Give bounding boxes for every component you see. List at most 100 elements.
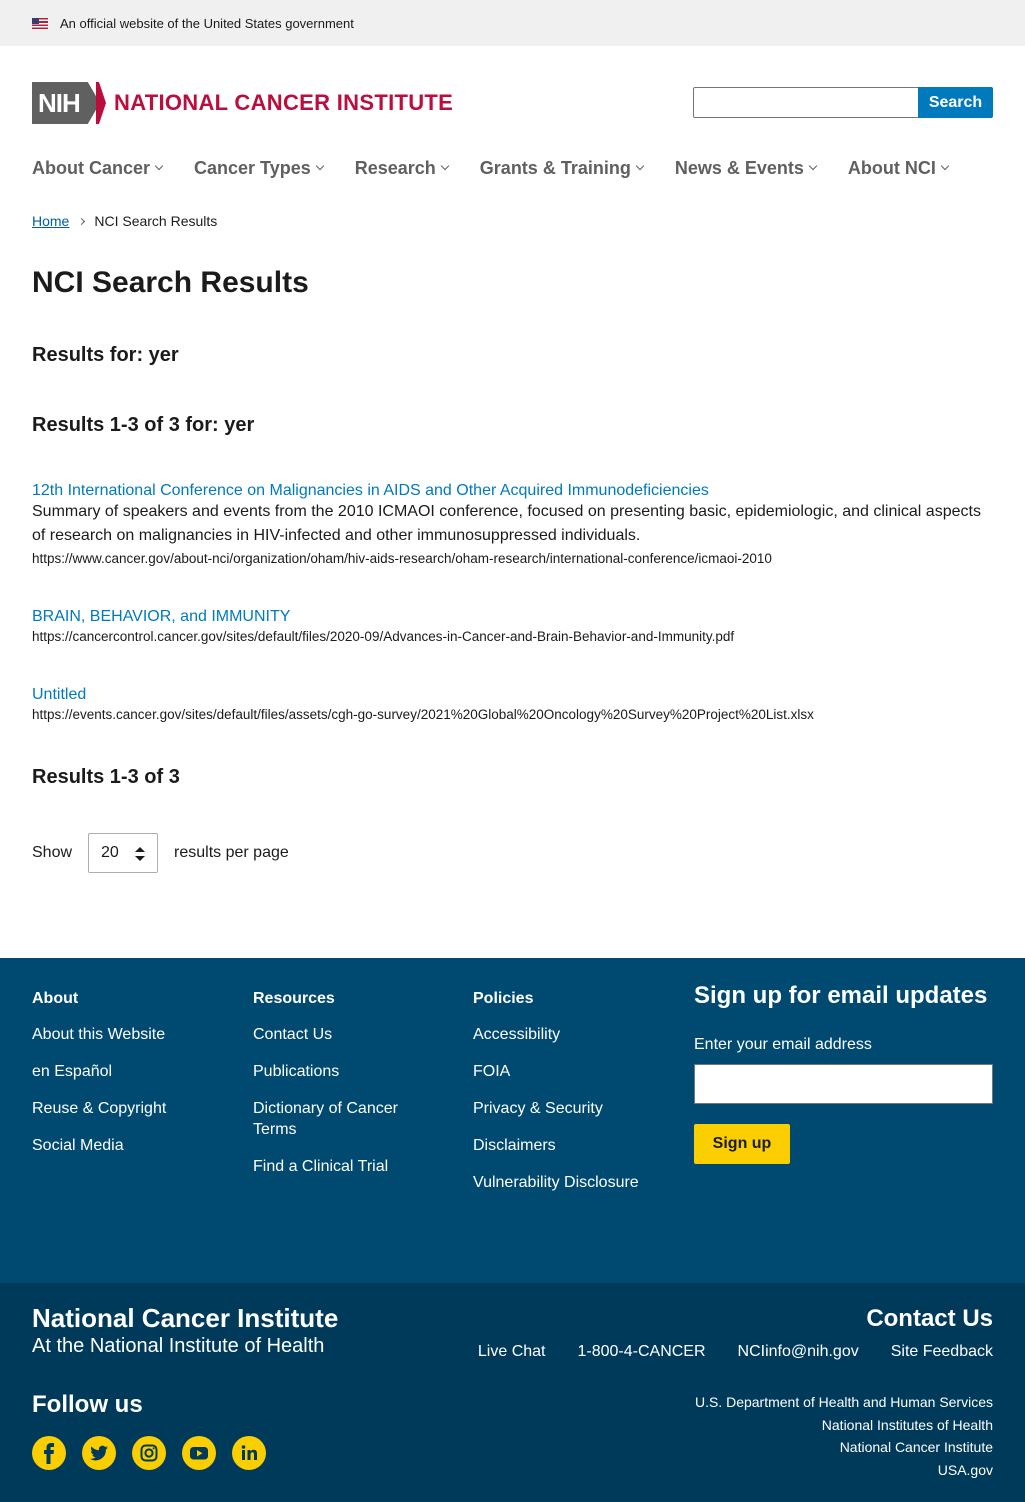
- footer-column-heading: About: [32, 990, 79, 1007]
- site-search: Search: [693, 87, 993, 118]
- select-arrows-icon: [135, 847, 146, 861]
- nav-label: Grants & Training: [479, 157, 631, 178]
- instagram-icon[interactable]: [132, 1436, 166, 1470]
- signup-button[interactable]: Sign up: [694, 1124, 790, 1164]
- footer-link[interactable]: Contact Us: [253, 1024, 433, 1045]
- footer-bottom: National Cancer Institute At the Nationa…: [0, 1283, 1025, 1502]
- footer-link[interactable]: About this Website: [32, 1024, 166, 1045]
- footer-link[interactable]: Dictionary of Cancer Terms: [253, 1098, 433, 1140]
- gov-banner: An official website of the United States…: [0, 0, 1025, 46]
- us-flag-icon: [32, 17, 48, 29]
- nav-label: About NCI: [847, 157, 936, 178]
- footer-link[interactable]: Disclaimers: [473, 1135, 639, 1156]
- chevron-down-icon: [440, 161, 450, 171]
- nav-label: News & Events: [674, 157, 804, 178]
- footer-link[interactable]: Privacy & Security: [473, 1098, 639, 1119]
- email-field[interactable]: [694, 1064, 993, 1104]
- chevron-down-icon: [154, 161, 164, 171]
- result-url: https://www.cancer.gov/about-nci/organiz…: [32, 551, 772, 566]
- nav-news-events[interactable]: News & Events: [674, 156, 818, 180]
- footer-main: About About this Website en Español Reus…: [0, 958, 1025, 1283]
- email-link[interactable]: NCIinfo@nih.gov: [738, 1343, 859, 1361]
- nci-logo[interactable]: NIH NATIONAL CANCER INSTITUTE: [32, 82, 453, 124]
- main-nav: About Cancer Cancer Types Research Grant…: [32, 156, 980, 180]
- footer-link[interactable]: FOIA: [473, 1061, 639, 1082]
- signup-title: Sign up for email updates: [694, 982, 988, 1009]
- signup-label: Enter your email address: [694, 1036, 872, 1053]
- per-page-suffix: results per page: [174, 844, 289, 861]
- nav-grants-training[interactable]: Grants & Training: [479, 156, 645, 180]
- search-result: 12th International Conference on Maligna…: [32, 482, 992, 566]
- footer-column-heading: Policies: [473, 990, 534, 1007]
- footer-column-about: About About this Website en Español Reus…: [32, 990, 166, 1172]
- chevron-down-icon: [315, 161, 324, 171]
- footer-link[interactable]: Accessibility: [473, 1024, 639, 1045]
- breadcrumb-home-link[interactable]: Home: [32, 213, 69, 229]
- search-button[interactable]: Search: [918, 87, 993, 118]
- chevron-down-icon: [940, 161, 950, 171]
- nav-about-cancer[interactable]: About Cancer: [32, 156, 164, 180]
- gov-link[interactable]: National Cancer Institute: [695, 1436, 993, 1459]
- nav-label: Research: [354, 157, 436, 178]
- contact-heading: Contact Us: [866, 1305, 993, 1332]
- footer-link[interactable]: Social Media: [32, 1135, 166, 1156]
- result-title-link[interactable]: Untitled: [32, 686, 992, 704]
- footer-link[interactable]: Publications: [253, 1061, 433, 1082]
- youtube-icon[interactable]: [182, 1436, 216, 1470]
- breadcrumb: Home NCI Search Results: [32, 213, 217, 229]
- search-input[interactable]: [693, 87, 918, 118]
- search-result: Untitled https://events.cancer.gov/sites…: [32, 686, 992, 722]
- per-page-value: 20: [101, 844, 119, 861]
- result-title-link[interactable]: BRAIN, BEHAVIOR, and IMMUNITY: [32, 608, 992, 626]
- site-header: NIH NATIONAL CANCER INSTITUTE Search: [0, 46, 1025, 156]
- footer-column-heading: Resources: [253, 990, 335, 1007]
- twitter-icon[interactable]: [82, 1436, 116, 1470]
- results-footer-heading: Results 1-3 of 3: [32, 766, 180, 788]
- footer-link[interactable]: en Español: [32, 1061, 166, 1082]
- gov-link[interactable]: U.S. Department of Health and Human Serv…: [695, 1391, 993, 1414]
- nav-research[interactable]: Research: [354, 156, 450, 180]
- facebook-icon[interactable]: [32, 1436, 66, 1470]
- show-label: Show: [32, 844, 73, 861]
- footer-column-policies: Policies Accessibility FOIA Privacy & Se…: [473, 990, 639, 1209]
- nih-chevron-icon: [96, 82, 106, 124]
- social-links: [32, 1436, 282, 1470]
- nav-about-nci[interactable]: About NCI: [847, 156, 950, 180]
- results-for-heading: Results for: yer: [32, 344, 179, 366]
- chevron-right-icon: [78, 217, 86, 225]
- nav-label: Cancer Types: [194, 157, 311, 178]
- nih-logo-mark: NIH: [32, 82, 100, 124]
- footer-link[interactable]: Vulnerability Disclosure: [473, 1172, 639, 1193]
- footer-link[interactable]: Find a Clinical Trial: [253, 1156, 433, 1177]
- live-chat-link[interactable]: Live Chat: [478, 1343, 546, 1361]
- breadcrumb-current: NCI Search Results: [94, 213, 218, 229]
- phone-link[interactable]: 1-800-4-CANCER: [577, 1343, 705, 1361]
- footer-column-resources: Resources Contact Us Publications Dictio…: [253, 990, 433, 1193]
- gov-links: U.S. Department of Health and Human Serv…: [695, 1391, 993, 1482]
- contact-links: Live Chat 1-800-4-CANCER NCIinfo@nih.gov…: [446, 1343, 993, 1361]
- follow-us-heading: Follow us: [32, 1391, 143, 1418]
- linkedin-icon[interactable]: [232, 1436, 266, 1470]
- logo-text: NATIONAL CANCER INSTITUTE: [114, 90, 454, 115]
- results-range-heading: Results 1-3 of 3 for: yer: [32, 414, 255, 436]
- result-url: https://events.cancer.gov/sites/default/…: [32, 707, 814, 722]
- chevron-down-icon: [635, 161, 645, 171]
- chevron-down-icon: [808, 161, 818, 171]
- footer-org-sub: At the National Institute of Health: [32, 1335, 325, 1357]
- results-per-page: Show 20 results per page: [32, 833, 289, 873]
- per-page-select[interactable]: 20: [88, 833, 159, 873]
- gov-link[interactable]: USA.gov: [695, 1459, 993, 1482]
- result-title-link[interactable]: 12th International Conference on Maligna…: [32, 482, 992, 500]
- footer-org-name: National Cancer Institute: [32, 1303, 339, 1333]
- result-url: https://cancercontrol.cancer.gov/sites/d…: [32, 629, 735, 644]
- page-title: NCI Search Results: [32, 266, 309, 299]
- email-signup: Sign up for email updates Enter your ema…: [694, 982, 994, 1164]
- nav-cancer-types[interactable]: Cancer Types: [194, 156, 324, 180]
- footer-link[interactable]: Reuse & Copyright: [32, 1098, 166, 1119]
- gov-link[interactable]: National Institutes of Health: [695, 1414, 993, 1437]
- gov-banner-text: An official website of the United States…: [60, 15, 354, 31]
- site-feedback-link[interactable]: Site Feedback: [891, 1343, 993, 1361]
- nav-label: About Cancer: [32, 157, 151, 178]
- search-result: BRAIN, BEHAVIOR, and IMMUNITY https://ca…: [32, 608, 992, 644]
- result-description: Summary of speakers and events from the …: [32, 503, 981, 544]
